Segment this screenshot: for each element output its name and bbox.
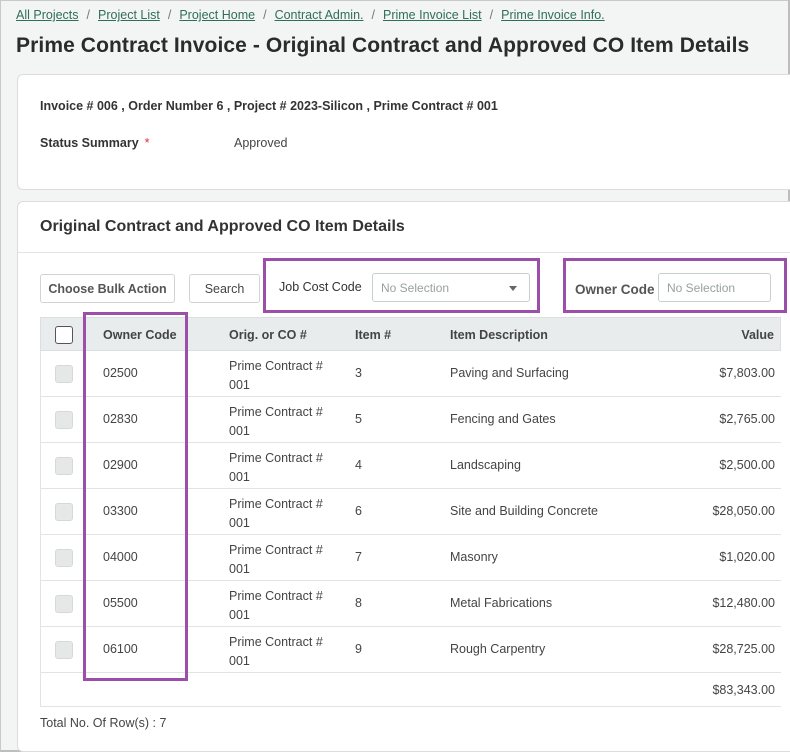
select-all-checkbox[interactable] xyxy=(55,326,73,344)
orig-co-line1: Prime Contract # xyxy=(229,359,323,373)
orig-co-cell: Prime Contract # 001 xyxy=(229,403,323,441)
orig-co-line2: 001 xyxy=(229,424,250,438)
orig-co-line1: Prime Contract # xyxy=(229,543,323,557)
section-title: Original Contract and Approved CO Item D… xyxy=(40,218,405,235)
value-cell: $1,020.00 xyxy=(719,550,775,564)
orig-co-line2: 001 xyxy=(229,562,250,576)
owner-code-column-highlight xyxy=(83,312,188,681)
breadcrumb-project-home[interactable]: Project Home xyxy=(179,8,255,22)
item-number-cell: 8 xyxy=(355,596,362,610)
item-number-cell: 5 xyxy=(355,412,362,426)
status-summary-value: Approved xyxy=(234,136,288,150)
description-cell: Landscaping xyxy=(450,458,521,472)
job-cost-code-label: Job Cost Code xyxy=(279,280,362,294)
item-number-cell: 7 xyxy=(355,550,362,564)
orig-co-cell: Prime Contract # 001 xyxy=(229,357,323,395)
breadcrumb-separator: / xyxy=(371,8,375,22)
orig-co-line2: 001 xyxy=(229,516,250,530)
breadcrumb-separator: / xyxy=(263,8,267,22)
breadcrumb-separator: / xyxy=(86,8,91,22)
orig-co-line1: Prime Contract # xyxy=(229,451,323,465)
breadcrumb-project-list[interactable]: Project List xyxy=(98,8,160,22)
breadcrumb-all-projects[interactable]: All Projects xyxy=(16,8,79,22)
column-value[interactable]: Value xyxy=(741,318,774,352)
item-details-card: Original Contract and Approved CO Item D… xyxy=(17,201,790,752)
value-cell: $28,725.00 xyxy=(712,642,775,656)
value-cell: $7,803.00 xyxy=(719,366,775,380)
orig-co-line2: 001 xyxy=(229,470,250,484)
row-checkbox[interactable] xyxy=(55,457,73,475)
orig-co-line2: 001 xyxy=(229,608,250,622)
column-orig-co[interactable]: Orig. or CO # xyxy=(229,318,307,352)
orig-co-line1: Prime Contract # xyxy=(229,589,323,603)
breadcrumb-prime-invoice-info[interactable]: Prime Invoice Info. xyxy=(501,8,605,22)
orig-co-line2: 001 xyxy=(229,654,250,668)
orig-co-line1: Prime Contract # xyxy=(229,635,323,649)
breadcrumb-separator: / xyxy=(167,8,172,22)
row-checkbox[interactable] xyxy=(55,641,73,659)
description-cell: Paving and Surfacing xyxy=(450,366,569,380)
invoice-info-card: Invoice # 006 , Order Number 6 , Project… xyxy=(17,74,790,190)
row-checkbox[interactable] xyxy=(55,365,73,383)
required-marker: * xyxy=(144,136,150,150)
item-number-cell: 4 xyxy=(355,458,362,472)
breadcrumb-separator: / xyxy=(489,8,494,22)
row-checkbox[interactable] xyxy=(55,595,73,613)
item-number-cell: 6 xyxy=(355,504,362,518)
orig-co-line1: Prime Contract # xyxy=(229,497,323,511)
status-summary-text: Status Summary xyxy=(40,136,139,150)
orig-co-cell: Prime Contract # 001 xyxy=(229,541,323,579)
orig-co-cell: Prime Contract # 001 xyxy=(229,495,323,533)
section-divider xyxy=(18,252,790,253)
description-cell: Site and Building Concrete xyxy=(450,504,599,518)
total-value: $83,343.00 xyxy=(712,683,775,697)
value-cell: $12,480.00 xyxy=(712,596,775,610)
column-item-number[interactable]: Item # xyxy=(355,318,391,352)
invoice-summary: Invoice # 006 , Order Number 6 , Project… xyxy=(40,99,498,113)
orig-co-line2: 001 xyxy=(229,378,250,392)
description-cell: Fencing and Gates xyxy=(450,412,556,426)
orig-co-cell: Prime Contract # 001 xyxy=(229,633,323,671)
job-cost-code-select[interactable]: No Selection xyxy=(372,273,530,302)
bulk-action-button[interactable]: Choose Bulk Action xyxy=(40,274,175,303)
orig-co-line1: Prime Contract # xyxy=(229,405,323,419)
breadcrumb-contract-admin[interactable]: Contract Admin. xyxy=(275,8,364,22)
item-number-cell: 9 xyxy=(355,642,362,656)
breadcrumb-prime-invoice-list[interactable]: Prime Invoice List xyxy=(383,8,482,22)
description-cell: Metal Fabrications xyxy=(450,596,553,610)
owner-code-filter-input[interactable]: No Selection xyxy=(658,273,771,302)
status-summary-label: Status Summary * xyxy=(40,136,150,150)
value-cell: $2,765.00 xyxy=(719,412,775,426)
column-item-description[interactable]: Item Description xyxy=(450,318,548,352)
job-cost-code-placeholder: No Selection xyxy=(381,280,450,295)
owner-code-filter-label: Owner Code xyxy=(575,282,655,297)
page-title: Prime Contract Invoice - Original Contra… xyxy=(16,34,750,57)
orig-co-cell: Prime Contract # 001 xyxy=(229,587,323,625)
search-button[interactable]: Search xyxy=(189,274,260,303)
row-checkbox[interactable] xyxy=(55,549,73,567)
value-cell: $28,050.00 xyxy=(712,504,775,518)
value-cell: $2,500.00 xyxy=(719,458,775,472)
description-cell: Rough Carpentry xyxy=(450,642,546,656)
row-checkbox[interactable] xyxy=(55,411,73,429)
chevron-down-icon xyxy=(509,286,517,291)
breadcrumb: All Projects / Project List / Project Ho… xyxy=(16,8,605,22)
row-checkbox[interactable] xyxy=(55,503,73,521)
owner-code-filter-placeholder: No Selection xyxy=(667,280,736,295)
row-count: Total No. Of Row(s) : 7 xyxy=(40,716,167,730)
item-number-cell: 3 xyxy=(355,366,362,380)
orig-co-cell: Prime Contract # 001 xyxy=(229,449,323,487)
description-cell: Masonry xyxy=(450,550,498,564)
